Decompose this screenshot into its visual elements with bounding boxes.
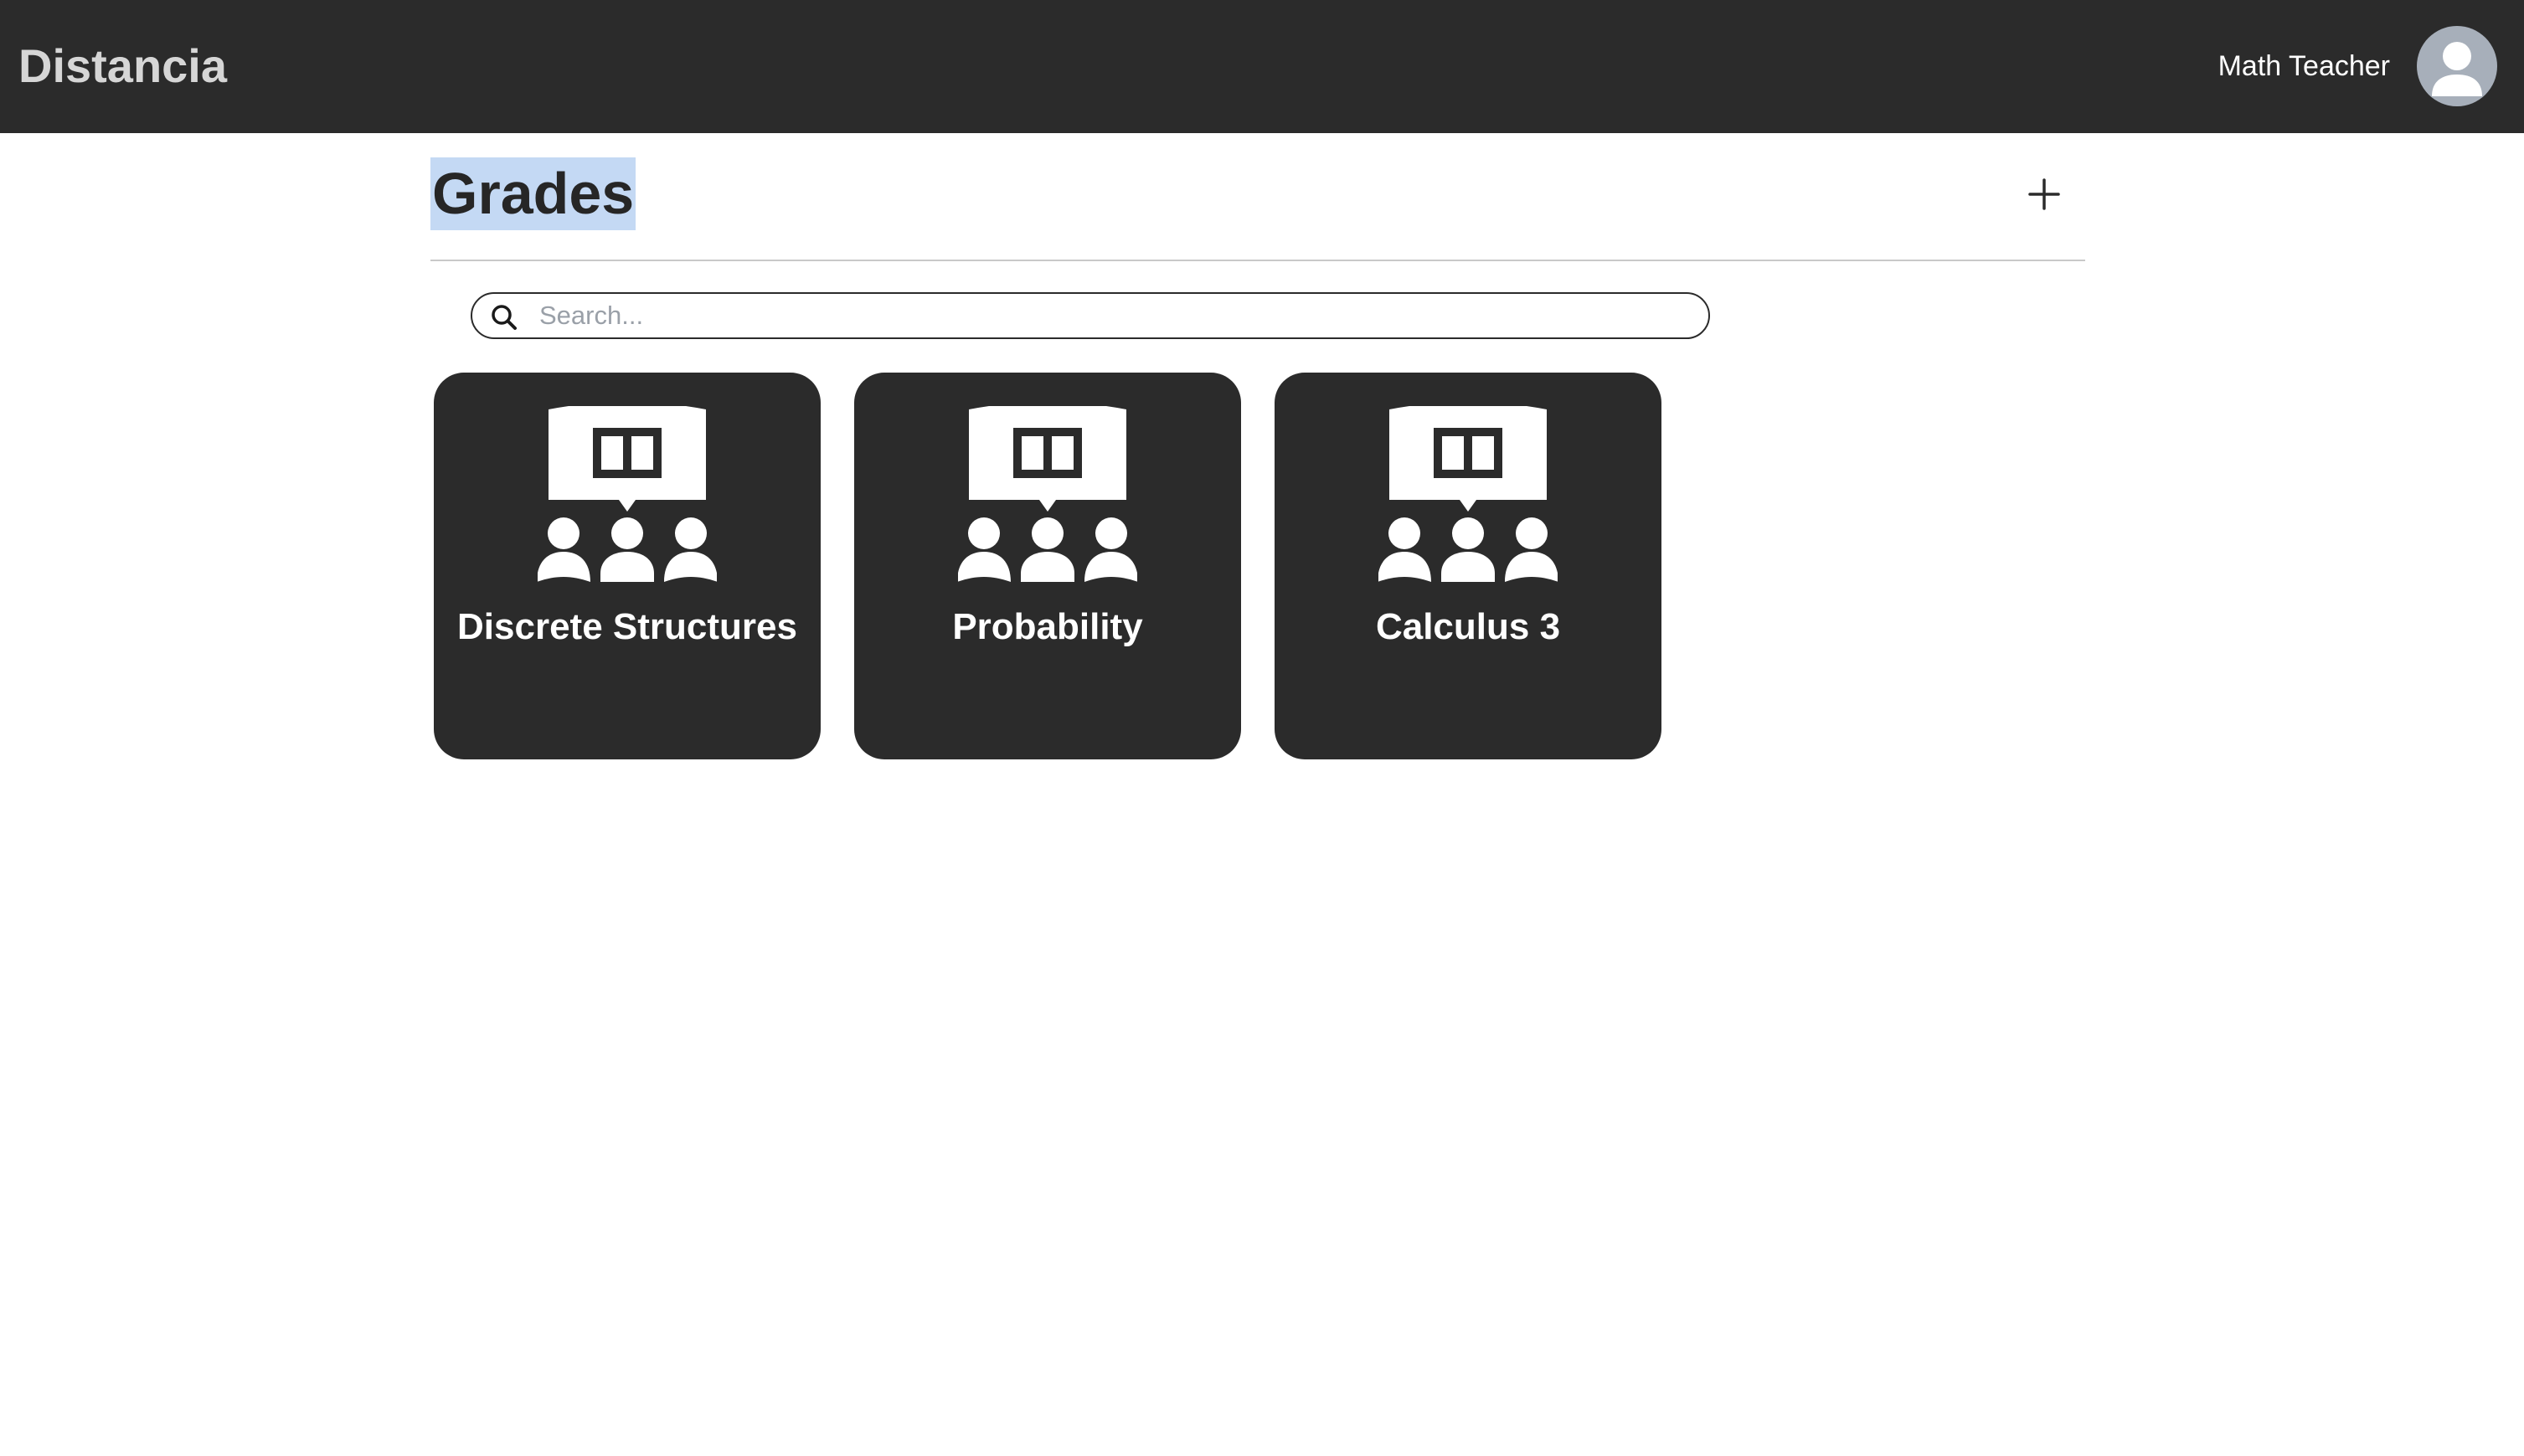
page-title: Grades (430, 157, 636, 230)
classroom-book-icon (958, 406, 1137, 582)
classroom-book-icon (538, 406, 717, 582)
class-card-title: Discrete Structures (457, 606, 797, 647)
class-card-calculus-3[interactable]: Calculus 3 (1275, 373, 1661, 759)
user-silhouette-icon (2432, 42, 2482, 96)
user-avatar[interactable] (2417, 26, 2497, 106)
class-card-title: Probability (952, 606, 1143, 647)
title-divider (430, 260, 2085, 261)
class-card-discrete-structures[interactable]: Discrete Structures (434, 373, 821, 759)
plus-icon (2028, 178, 2060, 210)
class-card-probability[interactable]: Probability (854, 373, 1241, 759)
user-name[interactable]: Math Teacher (2218, 48, 2390, 85)
classroom-book-icon (1378, 406, 1558, 582)
search-bar[interactable] (471, 292, 1710, 339)
class-card-title: Calculus 3 (1375, 606, 1561, 647)
top-navigation-bar: Distancia Math Teacher (0, 0, 2524, 133)
search-input[interactable] (539, 297, 1695, 334)
search-icon (492, 305, 517, 330)
add-class-button[interactable] (2023, 173, 2065, 215)
class-card-grid: Discrete Structures Probability Calculus… (434, 373, 1774, 759)
app-brand[interactable]: Distancia (18, 39, 227, 94)
